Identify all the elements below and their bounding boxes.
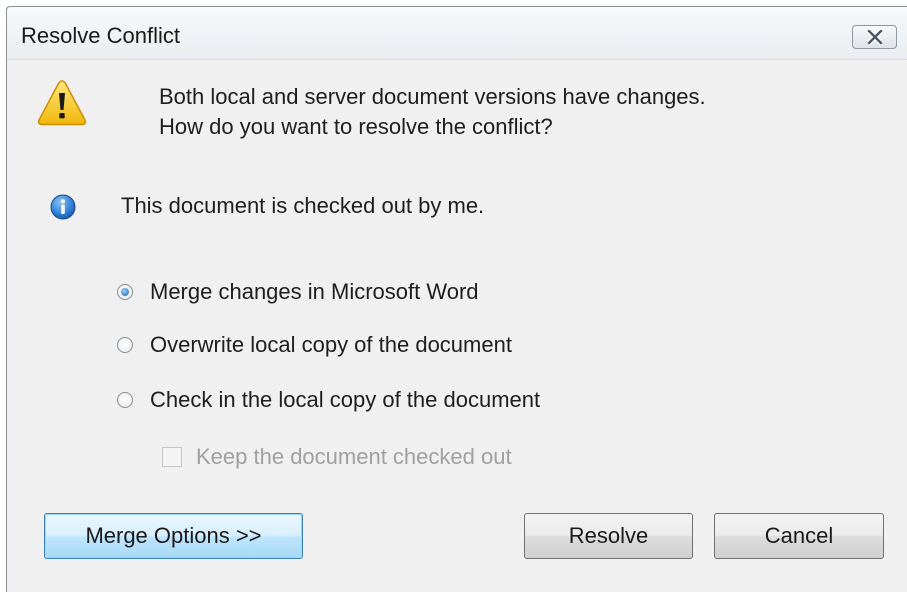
close-button[interactable] [852,25,897,49]
warning-icon [37,80,87,126]
merge-options-button[interactable]: Merge Options >> [44,513,303,559]
option-overwrite-local[interactable]: Overwrite local copy of the document [114,330,512,360]
option-check-in-local[interactable]: Check in the local copy of the document [114,385,540,415]
keep-checked-out-checkbox[interactable] [162,447,182,467]
title-bar: Resolve Conflict [7,7,907,60]
resolve-conflict-dialog: Resolve Conflict Both local and server d… [6,6,907,592]
close-icon [866,30,883,44]
radio-selected-dot [121,288,129,296]
dialog-title: Resolve Conflict [21,23,180,48]
resolve-button[interactable]: Resolve [524,513,693,559]
keep-checked-out-label: Keep the document checked out [196,444,512,469]
info-icon [50,194,76,220]
radio-merge-in-word[interactable] [117,284,133,300]
message-line-1: Both local and server document versions … [159,84,706,109]
dialog-content: Both local and server document versions … [7,59,907,592]
keep-checked-out-row[interactable]: Keep the document checked out [162,442,512,472]
cancel-button[interactable]: Cancel [714,513,884,559]
option-label: Overwrite local copy of the document [150,332,512,357]
message-line-2: How do you want to resolve the conflict? [159,114,553,139]
option-label: Check in the local copy of the document [150,387,541,412]
checked-out-info-text: This document is checked out by me. [121,193,485,218]
radio-check-in-local[interactable] [117,392,133,408]
radio-overwrite-local[interactable] [117,337,133,353]
option-label: Merge changes in Microsoft Word [150,279,479,304]
option-merge-in-word[interactable]: Merge changes in Microsoft Word [114,277,479,307]
